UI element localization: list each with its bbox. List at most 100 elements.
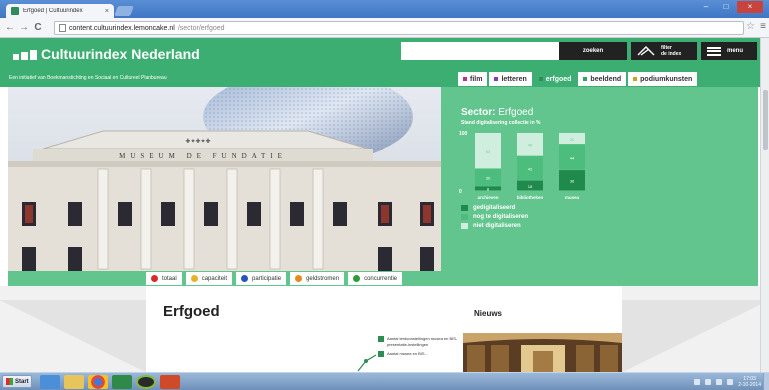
chart-title: Stand digitalisering collectie in % bbox=[461, 120, 541, 126]
spotify-taskbar-icon[interactable] bbox=[136, 375, 156, 389]
sector-color-icon bbox=[633, 77, 638, 81]
indicator-concurrentie[interactable]: concurrentie bbox=[348, 272, 403, 285]
excel-taskbar-icon[interactable] bbox=[112, 375, 132, 389]
indicator-label: capaciteit bbox=[201, 275, 228, 282]
indicator-dot-icon bbox=[353, 275, 361, 282]
system-tray: 17:03 2-10-2014 bbox=[694, 376, 761, 388]
logo-icon[interactable] bbox=[13, 50, 37, 60]
reload-icon[interactable]: C bbox=[31, 22, 45, 33]
bar-data-label: 20 bbox=[570, 137, 575, 142]
ie-taskbar-icon[interactable] bbox=[40, 375, 60, 389]
windows-taskbar: Start 17:03 2-10-2014 bbox=[0, 372, 769, 390]
url-path: /sector/erfgoed bbox=[177, 24, 225, 32]
sector-title: Sector: Erfgoed bbox=[461, 107, 533, 118]
indicator-dot-icon bbox=[190, 275, 198, 282]
page-scrollbar[interactable] bbox=[760, 38, 769, 372]
legend-swatch bbox=[461, 205, 468, 211]
legend-item: gedigitaliseerd bbox=[461, 205, 528, 211]
stat-item[interactable]: Aantal tentoonstellingen musea en BIS-pr… bbox=[378, 336, 458, 348]
chart-legend: gedigitaliseerd nog te digitaliseren niet … bbox=[461, 205, 528, 232]
windows-logo-icon bbox=[6, 378, 13, 385]
tray-power-icon[interactable] bbox=[727, 379, 734, 385]
url-host: content.cultuurindex.lemoncake.nl bbox=[69, 24, 175, 32]
sector-tab-beeldend[interactable]: beeldend bbox=[578, 72, 627, 86]
browser-titlebar: Erfgoed | Cultuurindex × – □ × bbox=[0, 0, 769, 18]
chrome-taskbar-icon[interactable] bbox=[88, 375, 108, 389]
explorer-taskbar-icon[interactable] bbox=[64, 375, 84, 389]
tray-volume-icon[interactable] bbox=[716, 379, 723, 385]
bar-data-label: 36 bbox=[570, 179, 575, 184]
sector-color-icon bbox=[583, 77, 588, 81]
new-tab-button[interactable] bbox=[114, 6, 134, 16]
sector-tab-podiumkunsten[interactable]: podiumkunsten bbox=[628, 72, 698, 86]
indicator-geldstromen[interactable]: geldstromen bbox=[290, 272, 345, 285]
close-window-button[interactable]: × bbox=[737, 1, 763, 13]
bar-data-label: 40 bbox=[528, 143, 533, 148]
clock-date: 2-10-2014 bbox=[738, 382, 761, 388]
stat-label: Aantal musea en BIS... bbox=[387, 351, 428, 356]
legend-label: nog te digitaliseren bbox=[473, 214, 529, 220]
library-photo bbox=[463, 333, 622, 372]
legend-item: nog te digitaliseren bbox=[461, 214, 528, 220]
sector-color-icon bbox=[538, 77, 543, 81]
news-heading: Nieuws bbox=[474, 309, 503, 318]
svg-text:MUSEUM DE FUNDATIE: MUSEUM DE FUNDATIE bbox=[119, 152, 287, 160]
minimize-button[interactable]: – bbox=[697, 1, 715, 13]
sector-tab-erfgoed[interactable]: erfgoed bbox=[533, 72, 577, 86]
sector-color-icon bbox=[463, 77, 467, 81]
y-tick-label: 100 bbox=[459, 131, 468, 137]
tagline: Een initiatief van Boekmanstichting en S… bbox=[9, 75, 167, 81]
favicon-icon bbox=[11, 7, 19, 15]
back-arrow-icon[interactable]: ← bbox=[3, 22, 17, 33]
start-button[interactable]: Start bbox=[2, 375, 32, 388]
search-input[interactable] bbox=[401, 42, 559, 60]
search-button[interactable]: zoeken bbox=[559, 42, 627, 60]
stat-connector-line bbox=[357, 354, 377, 372]
site-logo-text[interactable]: Cultuurindex Nederland bbox=[41, 46, 200, 62]
indicator-participatie[interactable]: participatie bbox=[236, 272, 287, 285]
indicator-label: geldstromen bbox=[306, 275, 340, 282]
scrollbar-thumb[interactable] bbox=[763, 90, 768, 150]
stat-item[interactable]: Aantal musea en BIS... bbox=[378, 351, 458, 357]
content-decoration-right bbox=[622, 300, 769, 372]
tray-network-icon[interactable] bbox=[694, 379, 701, 385]
site-header: Cultuurindex Nederland zoeken filter de … bbox=[0, 38, 769, 72]
show-desktop-button[interactable] bbox=[763, 373, 769, 390]
news-image[interactable] bbox=[463, 333, 622, 372]
stat-bullet-icon bbox=[378, 336, 384, 342]
sector-panel: Sector: Erfgoed Stand digitalisering col… bbox=[441, 87, 758, 271]
legend-item: niet digitaliseren bbox=[461, 223, 528, 229]
sector-tab-film[interactable]: film bbox=[458, 72, 488, 86]
indicator-buttons: totaal capaciteit participatie geldstromen c… bbox=[146, 272, 403, 285]
start-label: Start bbox=[15, 378, 29, 385]
y-tick-label: 0 bbox=[459, 189, 462, 195]
bookmark-star-icon[interactable]: ☆ bbox=[746, 21, 755, 32]
legend-label: niet digitaliseren bbox=[473, 223, 521, 229]
filter-button[interactable]: filter de index bbox=[631, 42, 697, 60]
maximize-button[interactable]: □ bbox=[717, 1, 735, 13]
tray-flag-icon[interactable] bbox=[705, 379, 712, 385]
bar-data-label: 44 bbox=[570, 155, 575, 160]
indicator-totaal[interactable]: totaal bbox=[146, 272, 182, 285]
tab-close-icon[interactable]: × bbox=[105, 8, 109, 15]
powerpoint-taskbar-icon[interactable] bbox=[160, 375, 180, 389]
forward-arrow-icon[interactable]: → bbox=[17, 22, 31, 33]
clock[interactable]: 17:03 2-10-2014 bbox=[738, 376, 761, 388]
indicator-bar: totaal capaciteit participatie geldstromen c… bbox=[8, 271, 758, 286]
stat-label: Aantal tentoonstellingen musea en BIS-pr… bbox=[387, 336, 458, 347]
filter-label-line2: de index bbox=[661, 51, 682, 57]
bar-data-label: 42 bbox=[528, 166, 533, 171]
indicator-capaciteit[interactable]: capaciteit bbox=[185, 272, 233, 285]
page-heading: Erfgoed bbox=[163, 303, 220, 320]
stat-bullet-icon bbox=[378, 351, 384, 357]
menu-button[interactable]: menu bbox=[701, 42, 757, 60]
indicator-dot-icon bbox=[241, 275, 249, 282]
address-bar[interactable]: content.cultuurindex.lemoncake.nl/sector… bbox=[54, 21, 744, 35]
browser-tab[interactable]: Erfgoed | Cultuurindex × bbox=[6, 4, 114, 18]
stat-list: Aantal tentoonstellingen musea en BIS-pr… bbox=[378, 336, 458, 360]
sector-tab-letteren[interactable]: letteren bbox=[489, 72, 532, 86]
chrome-menu-icon[interactable]: ≡ bbox=[760, 21, 766, 32]
indicator-label: participatie bbox=[252, 275, 282, 282]
hero-image: ✚✦✚✦✚ MUSEUM DE FUNDATIE bbox=[8, 87, 441, 271]
indicator-label: concurrentie bbox=[364, 275, 398, 282]
